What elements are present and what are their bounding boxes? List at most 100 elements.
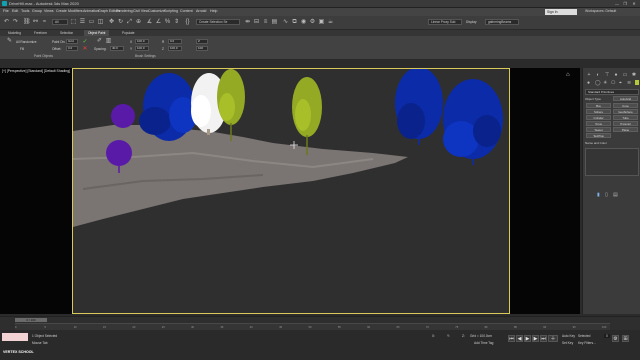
brush-settings-group-label[interactable]: Brush Settings: [135, 54, 156, 58]
scale-y-field[interactable]: 100.0: [135, 46, 149, 51]
angle-snap-icon[interactable]: ∠: [155, 19, 162, 26]
torus-button[interactable]: Torus: [586, 121, 611, 126]
prev-frame-icon[interactable]: ◀: [516, 335, 523, 342]
menu-create[interactable]: Create: [56, 9, 67, 13]
object-name-field[interactable]: gatheringBeams: [485, 19, 519, 25]
selected-color-swatch[interactable]: [635, 80, 639, 85]
modify-tab-icon[interactable]: ◐: [594, 71, 602, 79]
category-dropdown[interactable]: Standard Primitives: [585, 89, 639, 95]
autogrid-checkbox[interactable]: AutoGrid: [613, 96, 638, 101]
menu-help[interactable]: Help: [210, 9, 217, 13]
tree-blue-3[interactable]: [443, 79, 503, 165]
proxy-dropdown[interactable]: Linear Proxy Sub: [428, 19, 462, 25]
cone-button[interactable]: Cone: [613, 103, 638, 108]
menu-arnold[interactable]: Arnold: [196, 9, 206, 13]
cylinder-button[interactable]: Cylinder: [586, 115, 611, 120]
maximize-button[interactable]: ❐: [622, 1, 628, 6]
create-tab-icon[interactable]: +: [585, 71, 593, 79]
window-crossing-icon[interactable]: ◫: [97, 19, 104, 26]
scale-icon[interactable]: ⤢: [126, 19, 133, 26]
key-filters-button[interactable]: Key Filters...: [578, 341, 596, 345]
menu-edit[interactable]: Edit: [12, 9, 18, 13]
workspaces-label[interactable]: Workspaces: Default: [585, 9, 616, 13]
tree-olive-1[interactable]: [217, 69, 245, 141]
configure-sets-icon[interactable]: ▤: [613, 192, 618, 198]
shapes-icon[interactable]: ◯: [595, 80, 601, 86]
textplus-button[interactable]: TextPlus: [586, 133, 611, 138]
schematic-view-icon[interactable]: ⧉: [291, 19, 298, 26]
teapot-button[interactable]: Teapot: [586, 127, 611, 132]
utilities-tab-icon[interactable]: ✱: [630, 71, 638, 79]
plane-button[interactable]: Plane: [613, 127, 638, 132]
display-tab-icon[interactable]: ▭: [621, 71, 629, 79]
render-frame-icon[interactable]: ▣: [318, 19, 325, 26]
geometry-icon[interactable]: ●: [587, 80, 590, 86]
display-label[interactable]: Display: [466, 20, 476, 24]
paint-brush-icon[interactable]: ✐: [96, 38, 103, 45]
edit-named-selection-icon[interactable]: {}: [184, 19, 191, 26]
count-field[interactable]: 100: [196, 46, 208, 51]
set-key-button[interactable]: Set Key: [562, 341, 573, 345]
material-editor-icon[interactable]: ◉: [300, 19, 307, 26]
menu-animation[interactable]: Animation: [83, 9, 99, 13]
offset-field[interactable]: 0.0: [66, 46, 78, 51]
spacing-field[interactable]: 40.0: [110, 46, 124, 51]
menu-modifiers[interactable]: Modifiers: [68, 9, 83, 13]
helpers-icon[interactable]: ⌖: [619, 80, 622, 86]
close-button[interactable]: ✕: [631, 1, 637, 6]
menu-rendering[interactable]: Rendering: [116, 9, 133, 13]
named-selection-sets[interactable]: Create Selection Se: [196, 19, 240, 25]
goto-start-icon[interactable]: ⏮: [508, 335, 515, 342]
tree-olive-2[interactable]: [292, 77, 322, 155]
frame-field[interactable]: 0: [604, 334, 610, 338]
motion-tab-icon[interactable]: ●: [612, 71, 620, 79]
scene-canvas[interactable]: [72, 68, 511, 314]
hierarchy-tab-icon[interactable]: ⊤: [603, 71, 611, 79]
goto-end-icon[interactable]: ⏭: [540, 335, 547, 342]
name-color-heading[interactable]: Name and Color: [585, 141, 607, 145]
viewport-label[interactable]: [+] [Perspective] [Standard] [Default Sh…: [2, 69, 70, 73]
unlink-icon[interactable]: ⚯: [32, 19, 39, 26]
rectangular-selection-icon[interactable]: ▭: [88, 19, 95, 26]
fill-brush-icon[interactable]: ▥: [105, 38, 112, 45]
link-icon[interactable]: ⛓: [23, 19, 31, 26]
render-setup-icon[interactable]: ⚙: [309, 19, 316, 26]
timeline[interactable]: 0 / 100 0 5 10 15 20 25 30 35 40 45 50 55 60 65 70 75 80…: [0, 316, 640, 331]
undo-icon[interactable]: ↶: [3, 19, 10, 26]
viewcube-icon[interactable]: ⌂: [566, 72, 576, 80]
time-slider[interactable]: 0 / 100: [15, 318, 47, 322]
cancel-x-icon[interactable]: ✕: [82, 46, 88, 52]
mirror-icon[interactable]: ⇹: [244, 19, 251, 26]
align-field[interactable]: Z: [196, 39, 208, 44]
menu-tools[interactable]: Tools: [21, 9, 29, 13]
time-config-icon[interactable]: ⚙: [612, 335, 619, 342]
box-button[interactable]: Box: [586, 103, 611, 108]
auto-key-button[interactable]: Auto Key: [562, 334, 575, 338]
fill-label[interactable]: Fill: [20, 47, 24, 51]
pick-all-label[interactable]: All Randomize: [16, 40, 37, 44]
rotate-field[interactable]: 0.0: [168, 39, 182, 44]
zoom-extents-icon[interactable]: ⊞: [622, 335, 629, 342]
snaps-toggle-icon[interactable]: ∡: [146, 19, 153, 26]
menu-group[interactable]: Group: [32, 9, 42, 13]
pyramid-button[interactable]: Pyramid: [613, 121, 638, 126]
select-object-icon[interactable]: ⬚: [70, 19, 77, 26]
percent-snap-icon[interactable]: %: [164, 19, 171, 26]
show-end-result-icon[interactable]: ▯: [605, 192, 608, 198]
rotate-icon[interactable]: ↻: [117, 19, 124, 26]
check-icon[interactable]: ✓: [82, 39, 88, 45]
menu-civil-view[interactable]: Civil View: [133, 9, 149, 13]
menu-file[interactable]: File: [3, 9, 9, 13]
menu-scripting[interactable]: Scripting: [164, 9, 178, 13]
render-icon[interactable]: ☕: [327, 19, 334, 26]
tube-button[interactable]: Tube: [613, 115, 638, 120]
move-icon[interactable]: ✥: [108, 19, 115, 26]
next-frame-icon[interactable]: ▶: [532, 335, 539, 342]
menu-customize[interactable]: Customize: [148, 9, 165, 13]
add-time-tag[interactable]: Add Time Tag: [474, 341, 493, 345]
menu-views[interactable]: Views: [44, 9, 54, 13]
play-icon[interactable]: ▶: [524, 335, 531, 342]
minimize-button[interactable]: —: [614, 1, 620, 6]
tree-blue-1[interactable]: [139, 73, 197, 141]
pin-stack-icon[interactable]: ▮: [597, 192, 600, 198]
